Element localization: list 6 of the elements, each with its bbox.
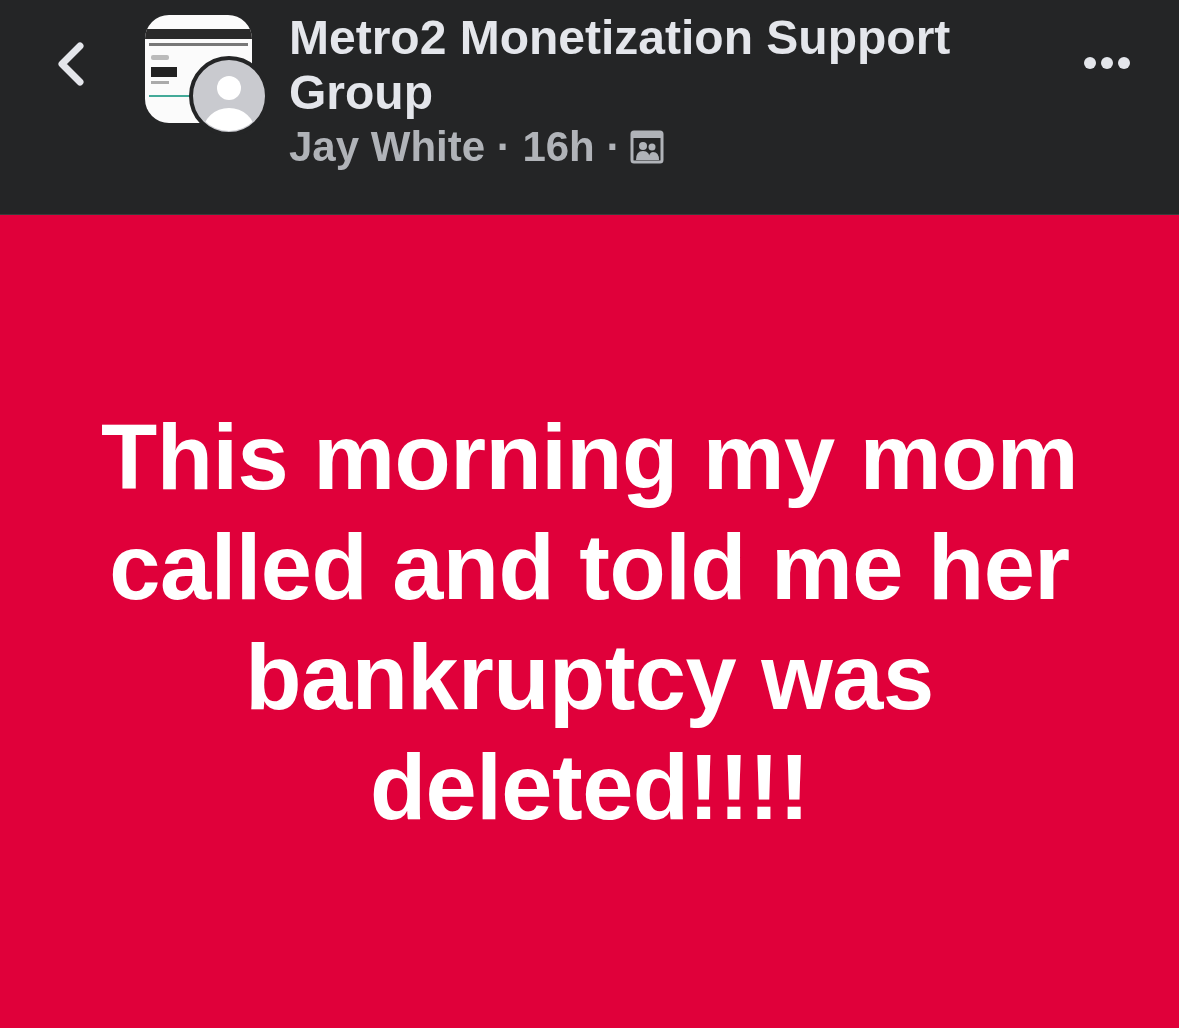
- group-audience-icon: [630, 130, 665, 164]
- group-title[interactable]: Metro2 Monetization Support Group: [289, 10, 1009, 120]
- more-options-button[interactable]: [1083, 55, 1131, 71]
- post-byline: Jay White · 16h ·: [289, 124, 621, 170]
- post-text: This morning my mom called and told me her bankruptcy was deleted!!!!: [100, 404, 1079, 840]
- more-icon: [1083, 55, 1131, 71]
